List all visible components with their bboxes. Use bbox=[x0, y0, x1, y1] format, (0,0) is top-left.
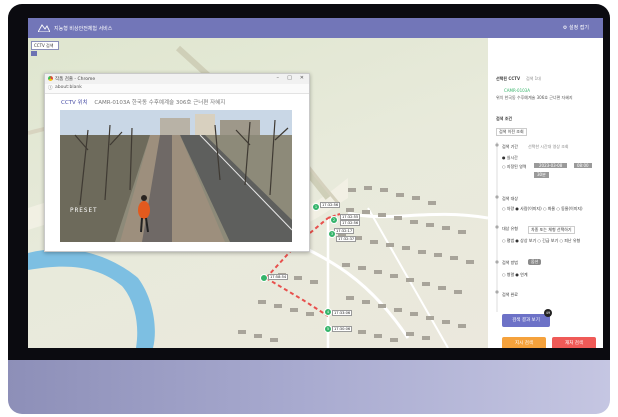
info-icon: ⓘ bbox=[48, 86, 53, 91]
time-input[interactable]: 08:00 bbox=[574, 163, 592, 168]
confirm-search-label: 지시 검색 bbox=[515, 341, 533, 346]
track-time-label: 17:32:56 bbox=[340, 220, 361, 226]
track-marker[interactable]: 3 bbox=[328, 230, 336, 238]
period-realtime-radio[interactable]: ● 실시간 bbox=[502, 155, 518, 161]
close-icon[interactable]: ✕ bbox=[300, 75, 304, 81]
target-label: 검색 대상 bbox=[502, 196, 518, 201]
cctv-location-detail: CAMR-0103A 한국동 수후예계술 306호 근너편 자혜지 bbox=[94, 100, 226, 106]
track-time-label: 17:33:06 bbox=[332, 310, 353, 316]
feature-label: 대상 유형 bbox=[502, 226, 518, 231]
settings-label: 설정 접기 bbox=[569, 25, 589, 31]
run-search-label: 검색 결과 보기 bbox=[512, 318, 540, 323]
result-options[interactable]: ○ 병렬 ● 연계 bbox=[502, 272, 528, 278]
minimize-icon[interactable]: – bbox=[277, 75, 280, 81]
result-tag[interactable]: 옵션 bbox=[528, 259, 542, 265]
track-marker[interactable]: 4 bbox=[324, 308, 332, 316]
video-overlay-text: PRESET bbox=[70, 207, 98, 214]
maximize-icon[interactable]: □ bbox=[287, 75, 292, 81]
date-input[interactable]: 2023-03-08 bbox=[534, 163, 568, 168]
popup-heading: CCTV 위치 CAMR-0103A 한국동 수후예계술 306호 근너편 자혜… bbox=[61, 98, 225, 106]
chrome-icon bbox=[48, 76, 53, 81]
mountain-logo-icon bbox=[38, 24, 50, 32]
track-time-label: 17:32:56 bbox=[320, 202, 341, 208]
run-search-button[interactable]: 검색 결과 보기 bbox=[502, 314, 550, 327]
top-bar: 지능형 비상안전체험 서비스 ⚙ 설정 접기 bbox=[28, 18, 603, 38]
reset-search-label: 재처 검색 bbox=[565, 341, 583, 346]
camera-address: 위치 한국동 수후예계술 306호 근너편 자혜지 bbox=[496, 95, 573, 100]
gear-icon: ⚙ bbox=[562, 25, 568, 31]
step-line bbox=[495, 142, 499, 312]
device-stand bbox=[8, 360, 610, 414]
layer-toggle-icon[interactable] bbox=[31, 51, 37, 56]
cctv-search-input[interactable]: CCTV 검색 bbox=[31, 41, 59, 50]
track-marker[interactable]: 2 bbox=[330, 216, 338, 224]
result-label: 검색 방법 bbox=[502, 260, 518, 265]
search-option-select[interactable]: 검색 이전 조회 bbox=[496, 128, 527, 136]
done-label: 검색 완료 bbox=[502, 292, 518, 297]
track-time-label: 17:30:06 bbox=[332, 326, 353, 332]
address-bar[interactable]: ⓘ about:blank bbox=[45, 84, 309, 94]
address-text: about:blank bbox=[55, 85, 82, 90]
track-marker[interactable] bbox=[260, 274, 268, 282]
track-time-label: 17:58:54 bbox=[268, 274, 289, 280]
app-title: 지능형 비상안전체험 서비스 bbox=[54, 26, 113, 32]
reset-search-button[interactable]: 재처 검색 bbox=[552, 337, 596, 348]
result-count-badge: 49 bbox=[544, 309, 552, 317]
popup-title-bar: 작품 검출 - Chrome – □ ✕ bbox=[45, 74, 309, 84]
settings-button[interactable]: ⚙ 설정 접기 bbox=[563, 24, 589, 31]
duration-select[interactable]: 30분 bbox=[534, 172, 549, 178]
selected-cctv-title: 선택된 CCTV bbox=[496, 76, 521, 81]
track-time-label: 17:32:37 bbox=[336, 236, 357, 242]
track-marker[interactable]: 1 bbox=[312, 203, 320, 211]
cctv-popup-window[interactable]: 작품 검출 - Chrome – □ ✕ ⓘ about:blank CCTV … bbox=[44, 73, 310, 252]
feature-options[interactable]: ○ 평범 ● 상상 보기 ○ 긴급 보기 ○ 피난 유형 bbox=[502, 238, 580, 244]
camera-id[interactable]: CAMR-0103A bbox=[504, 88, 530, 93]
search-panel: 선택된 CCTV 검색 1대 CAMR-0103A 위치 한국동 수후예계술 3… bbox=[488, 38, 603, 348]
popup-window-title: 작품 검출 - Chrome bbox=[55, 77, 96, 82]
selected-count: 검색 1대 bbox=[526, 76, 541, 81]
video-frame bbox=[60, 110, 292, 242]
feature-select[interactable]: 차종 또는 체형 선택하기 bbox=[528, 226, 575, 234]
period-label: 검색 기간 bbox=[502, 144, 518, 149]
search-condition-title: 검색 조건 bbox=[496, 116, 513, 121]
period-custom-radio[interactable]: ○ 지정된 영역 bbox=[502, 164, 526, 170]
target-options[interactable]: ○ 차량 ● 사람(이미지) ○ 화물 ○ 동물(이미지) bbox=[502, 206, 583, 212]
cctv-video-feed[interactable]: PRESET bbox=[60, 110, 292, 242]
track-time-label: 17:32:17 bbox=[334, 228, 355, 234]
track-marker[interactable]: 5 bbox=[324, 325, 332, 333]
app-screen: 지능형 비상안전체험 서비스 ⚙ 설정 접기 CCTV 검색 1 17:32:5… bbox=[28, 18, 603, 348]
confirm-search-button[interactable]: 지시 검색 bbox=[502, 337, 546, 348]
cctv-location-title: CCTV 위치 bbox=[61, 100, 88, 106]
period-hint: 선택한 시간대 영상 조회 bbox=[528, 144, 569, 149]
map-view[interactable]: CCTV 검색 1 17:32:56 17:32:55 2 17:32:56 1… bbox=[28, 38, 488, 348]
